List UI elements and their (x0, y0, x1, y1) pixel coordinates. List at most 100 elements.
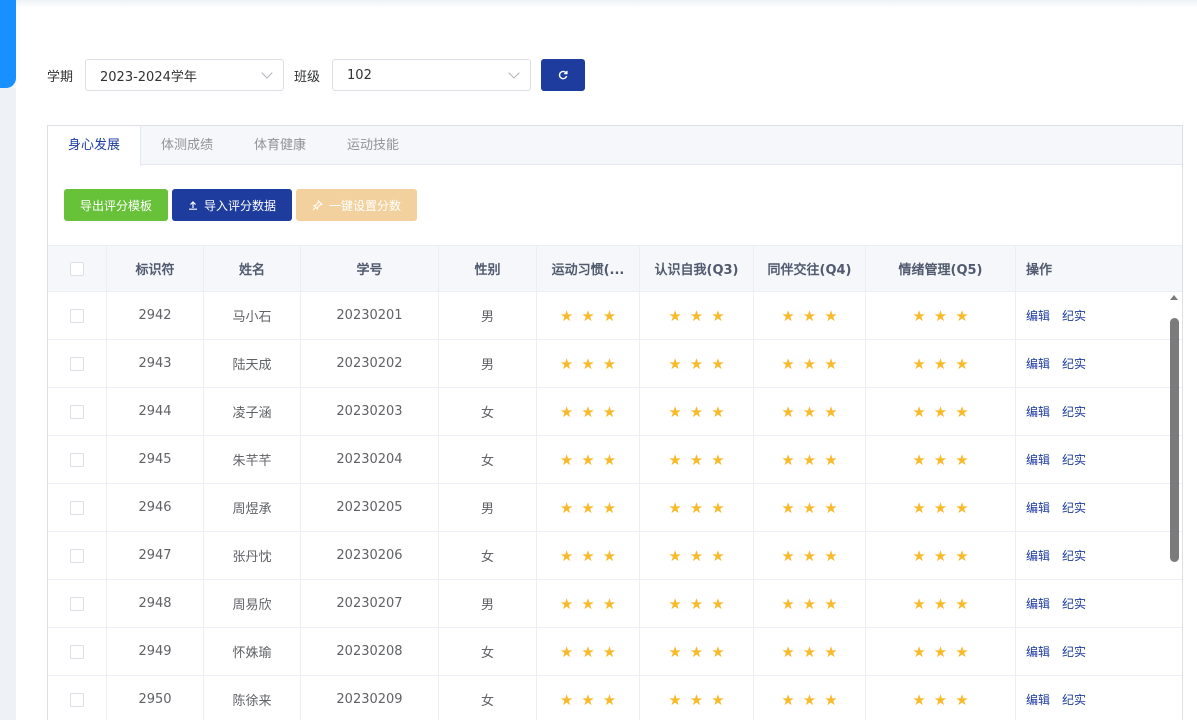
table-scrollbar[interactable] (1166, 292, 1182, 720)
star-icon[interactable]: ★ (560, 691, 573, 709)
star-icon[interactable]: ★ (690, 307, 703, 325)
row-checkbox[interactable] (70, 644, 84, 659)
star-icon[interactable]: ★ (934, 403, 947, 421)
star-icon[interactable]: ★ (781, 547, 794, 565)
star-icon[interactable]: ★ (711, 691, 724, 709)
rating-self-awareness[interactable]: ★ ★ ★ (640, 676, 754, 720)
star-icon[interactable]: ★ (824, 451, 837, 469)
refresh-button[interactable] (541, 59, 586, 91)
rating-peer-interaction[interactable]: ★ ★ ★ (754, 340, 866, 387)
star-icon[interactable]: ★ (803, 595, 816, 613)
star-icon[interactable]: ★ (690, 691, 703, 709)
rating-emotion-management[interactable]: ★ ★ ★ (866, 340, 1016, 387)
star-icon[interactable]: ★ (668, 595, 681, 613)
header-id[interactable]: 标识符 (107, 246, 204, 291)
rating-emotion-management[interactable]: ★ ★ ★ (866, 628, 1016, 675)
rating-emotion-management[interactable]: ★ ★ ★ (866, 292, 1016, 339)
record-link[interactable]: 纪实 (1062, 547, 1086, 564)
rating-peer-interaction[interactable]: ★ ★ ★ (754, 484, 866, 531)
star-icon[interactable]: ★ (711, 643, 724, 661)
import-data-button[interactable]: 导入评分数据 (172, 189, 293, 221)
row-checkbox[interactable] (70, 548, 84, 563)
star-icon[interactable]: ★ (912, 595, 925, 613)
star-icon[interactable]: ★ (781, 499, 794, 517)
star-icon[interactable]: ★ (912, 355, 925, 373)
star-icon[interactable]: ★ (955, 499, 968, 517)
tab-3[interactable]: 运动技能 (327, 126, 420, 165)
star-icon[interactable]: ★ (912, 547, 925, 565)
star-icon[interactable]: ★ (560, 595, 573, 613)
star-icon[interactable]: ★ (668, 403, 681, 421)
star-icon[interactable]: ★ (581, 547, 594, 565)
rating-peer-interaction[interactable]: ★ ★ ★ (754, 436, 866, 483)
star-icon[interactable]: ★ (668, 451, 681, 469)
star-icon[interactable]: ★ (824, 499, 837, 517)
star-icon[interactable]: ★ (781, 595, 794, 613)
star-icon[interactable]: ★ (690, 355, 703, 373)
star-icon[interactable]: ★ (912, 403, 925, 421)
header-gender[interactable]: 性别 (439, 246, 537, 291)
star-icon[interactable]: ★ (690, 499, 703, 517)
star-icon[interactable]: ★ (581, 595, 594, 613)
star-icon[interactable]: ★ (711, 355, 724, 373)
star-icon[interactable]: ★ (955, 547, 968, 565)
star-icon[interactable]: ★ (781, 691, 794, 709)
star-icon[interactable]: ★ (690, 403, 703, 421)
edit-link[interactable]: 编辑 (1026, 643, 1050, 660)
star-icon[interactable]: ★ (690, 547, 703, 565)
star-icon[interactable]: ★ (603, 451, 616, 469)
header-peer-interaction[interactable]: 同伴交往(Q4) (754, 246, 866, 291)
star-icon[interactable]: ★ (824, 643, 837, 661)
star-icon[interactable]: ★ (560, 547, 573, 565)
rating-exercise-habit[interactable]: ★ ★ ★ (537, 388, 640, 435)
row-checkbox[interactable] (70, 404, 84, 419)
scroll-thumb[interactable] (1170, 318, 1179, 562)
rating-emotion-management[interactable]: ★ ★ ★ (866, 388, 1016, 435)
bulk-set-score-button[interactable]: 一键设置分数 (296, 189, 418, 221)
star-icon[interactable]: ★ (955, 403, 968, 421)
rating-exercise-habit[interactable]: ★ ★ ★ (537, 532, 640, 579)
edit-link[interactable]: 编辑 (1026, 403, 1050, 420)
star-icon[interactable]: ★ (934, 307, 947, 325)
row-checkbox[interactable] (70, 308, 84, 323)
star-icon[interactable]: ★ (912, 307, 925, 325)
star-icon[interactable]: ★ (955, 355, 968, 373)
rating-self-awareness[interactable]: ★ ★ ★ (640, 532, 754, 579)
star-icon[interactable]: ★ (955, 643, 968, 661)
edit-link[interactable]: 编辑 (1026, 307, 1050, 324)
record-link[interactable]: 纪实 (1062, 595, 1086, 612)
rating-self-awareness[interactable]: ★ ★ ★ (640, 436, 754, 483)
header-exercise-habit[interactable]: 运动习惯(... (537, 246, 640, 291)
rating-exercise-habit[interactable]: ★ ★ ★ (537, 340, 640, 387)
star-icon[interactable]: ★ (603, 595, 616, 613)
star-icon[interactable]: ★ (581, 403, 594, 421)
edit-link[interactable]: 编辑 (1026, 691, 1050, 708)
star-icon[interactable]: ★ (711, 595, 724, 613)
star-icon[interactable]: ★ (934, 355, 947, 373)
rating-exercise-habit[interactable]: ★ ★ ★ (537, 292, 640, 339)
star-icon[interactable]: ★ (803, 643, 816, 661)
star-icon[interactable]: ★ (711, 451, 724, 469)
star-icon[interactable]: ★ (668, 691, 681, 709)
export-template-button[interactable]: 导出评分模板 (64, 189, 169, 221)
star-icon[interactable]: ★ (934, 691, 947, 709)
star-icon[interactable]: ★ (803, 691, 816, 709)
star-icon[interactable]: ★ (560, 355, 573, 373)
star-icon[interactable]: ★ (668, 307, 681, 325)
star-icon[interactable]: ★ (781, 307, 794, 325)
tab-2[interactable]: 体育健康 (234, 126, 327, 165)
star-icon[interactable]: ★ (581, 691, 594, 709)
star-icon[interactable]: ★ (803, 355, 816, 373)
star-icon[interactable]: ★ (603, 307, 616, 325)
star-icon[interactable]: ★ (581, 307, 594, 325)
star-icon[interactable]: ★ (690, 451, 703, 469)
tab-1[interactable]: 体测成绩 (141, 126, 234, 165)
star-icon[interactable]: ★ (803, 403, 816, 421)
star-icon[interactable]: ★ (711, 499, 724, 517)
star-icon[interactable]: ★ (824, 547, 837, 565)
star-icon[interactable]: ★ (668, 547, 681, 565)
select-all-checkbox[interactable] (70, 261, 84, 276)
row-checkbox[interactable] (70, 596, 84, 611)
star-icon[interactable]: ★ (781, 451, 794, 469)
rating-peer-interaction[interactable]: ★ ★ ★ (754, 628, 866, 675)
